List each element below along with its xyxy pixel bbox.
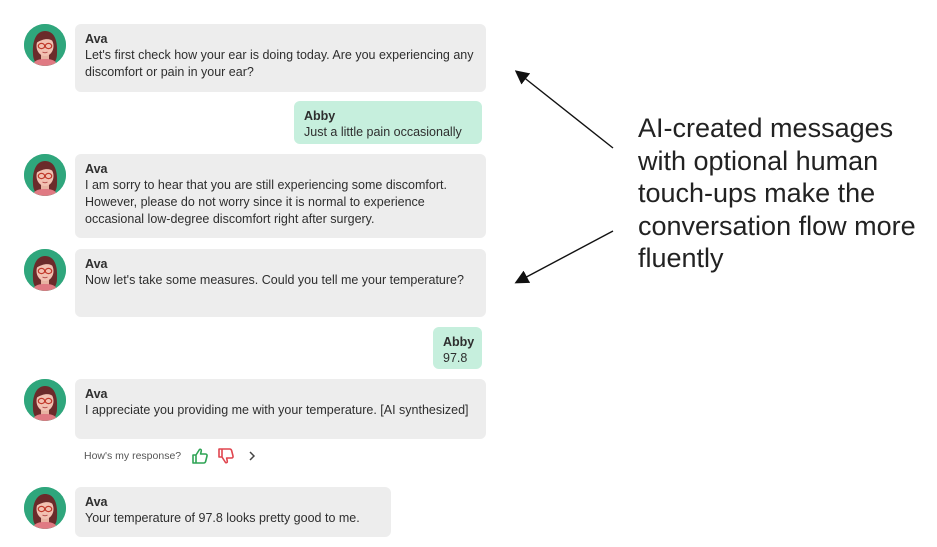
arrow-down bbox=[514, 230, 614, 284]
annotation-text: AI-created messages with optional human … bbox=[638, 113, 916, 273]
arrow-up bbox=[514, 70, 614, 149]
